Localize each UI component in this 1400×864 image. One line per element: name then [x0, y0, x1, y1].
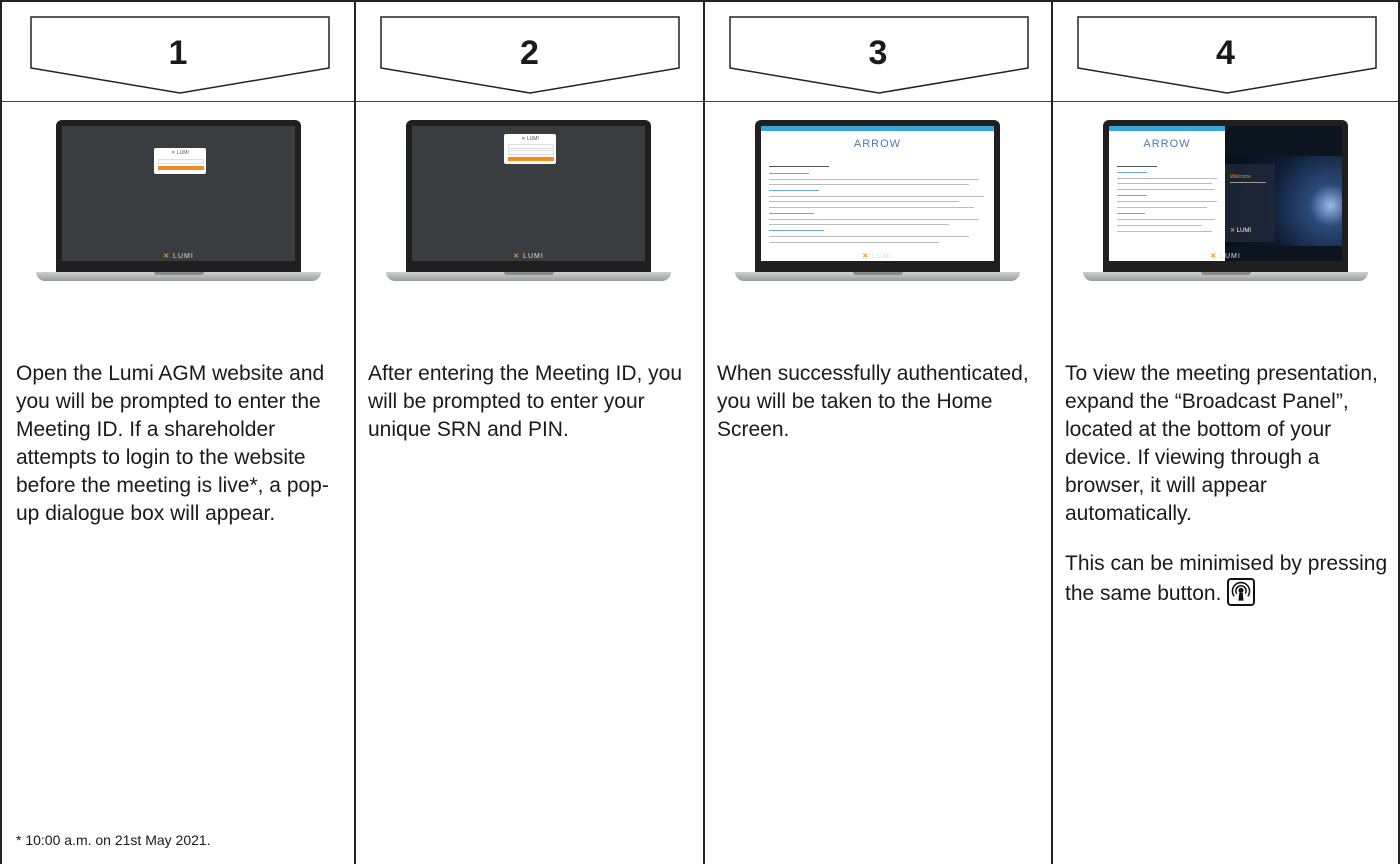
laptop-illustration: ✕ LUMI ✕ LUMI: [36, 120, 321, 292]
home-screen-preview: ARROW: [761, 126, 994, 261]
step-number: 4: [1216, 34, 1235, 72]
step-description: Open the Lumi AGM website and you will b…: [16, 362, 329, 525]
laptop-illustration: ARROW ✕ LUMI: [735, 120, 1020, 292]
step-column-3: 3 ARROW ✕ LUMI When successfully authent…: [705, 0, 1051, 864]
step-description-paragraph: This can be minimised by pressing the sa…: [1065, 550, 1391, 608]
step-column-4: 4 ARROW Welcome ✕ LUMI ✕ LUMI To view th…: [1053, 0, 1398, 864]
laptop-illustration: ✕ LUMI ✕ LUMI: [386, 120, 671, 292]
step-description-text: This can be minimised by pressing the sa…: [1065, 552, 1388, 605]
login-dialog: ✕ LUMI: [504, 134, 556, 164]
home-screen-preview: ARROW: [1109, 126, 1225, 261]
step-description: To view the meeting presentation, expand…: [1065, 360, 1391, 608]
step-column-1: 1 ✕ LUMI ✕ LUMI Open the Lumi AGM websit…: [2, 0, 354, 864]
step-number: 1: [168, 34, 188, 72]
step-description-paragraph: To view the meeting presentation, expand…: [1065, 362, 1378, 525]
login-dialog: ✕ LUMI: [154, 148, 206, 174]
laptop-illustration: ARROW Welcome ✕ LUMI ✕ LUMI: [1083, 120, 1368, 292]
step-description: When successfully authenticated, you wil…: [717, 362, 1029, 441]
broadcast-icon: [1227, 578, 1256, 606]
broadcast-panel-preview: Welcome ✕ LUMI: [1225, 126, 1342, 261]
step-column-2: 2 ✕ LUMI ✕ LUMI After entering the Meeti…: [356, 0, 703, 864]
step-number: 2: [520, 34, 539, 72]
steps-table: 1 ✕ LUMI ✕ LUMI Open the Lumi AGM websit…: [0, 0, 1400, 864]
step-number: 3: [868, 34, 888, 72]
footnote: * 10:00 a.m. on 21st May 2021.: [16, 832, 211, 848]
step-description: After entering the Meeting ID, you will …: [368, 362, 683, 441]
